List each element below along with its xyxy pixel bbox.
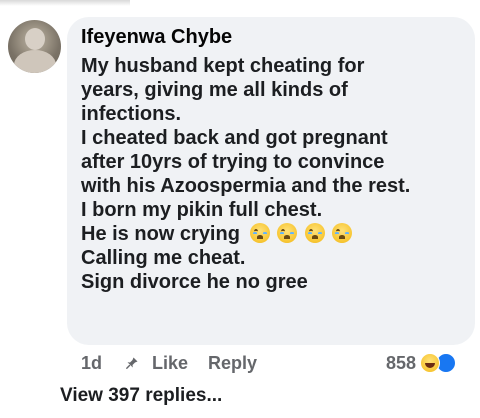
- like-button[interactable]: Like: [152, 353, 188, 374]
- crying-face-icon: [277, 223, 298, 243]
- crying-face-icon: [249, 223, 270, 243]
- comment-body: My husband kept cheating for years, givi…: [81, 54, 471, 294]
- reaction-summary[interactable]: 858: [386, 351, 457, 375]
- comment-line: infections.: [81, 103, 182, 125]
- view-replies-link[interactable]: View 397 replies...: [60, 385, 222, 407]
- comment-line-text: He is now crying: [81, 223, 240, 245]
- comment-line: with his Azoospermia and the rest.: [81, 175, 411, 197]
- avatar-shoulders: [14, 50, 56, 73]
- comment-line: Sign divorce he no gree: [81, 271, 308, 293]
- pin-icon: [126, 357, 138, 369]
- avatar[interactable]: [8, 20, 61, 73]
- cropped-previous-content: [0, 0, 130, 6]
- comment-line: I cheated back and got pregnant: [81, 127, 388, 149]
- comment-actions: 1d Like Reply: [81, 351, 257, 375]
- comment-line: I born my pikin full chest.: [81, 199, 323, 221]
- comment-line-with-emoji: He is now crying: [81, 222, 471, 246]
- avatar-head: [25, 28, 45, 50]
- comment-line: after 10yrs of trying to convince: [81, 151, 385, 173]
- comment-age[interactable]: 1d: [81, 353, 102, 374]
- reaction-icons: [420, 353, 457, 373]
- reply-button[interactable]: Reply: [208, 353, 257, 374]
- reaction-count: 858: [386, 352, 417, 373]
- crying-face-icon: [332, 223, 353, 243]
- comment-line: Calling me cheat.: [81, 247, 246, 269]
- comment-author[interactable]: Ifeyenwa Chybe: [81, 26, 232, 49]
- haha-reaction-icon: [420, 353, 441, 373]
- comment-line: My husband kept cheating for: [81, 55, 365, 77]
- crying-face-icon: [304, 223, 325, 243]
- comment-line: years, giving me all kinds of: [81, 79, 348, 101]
